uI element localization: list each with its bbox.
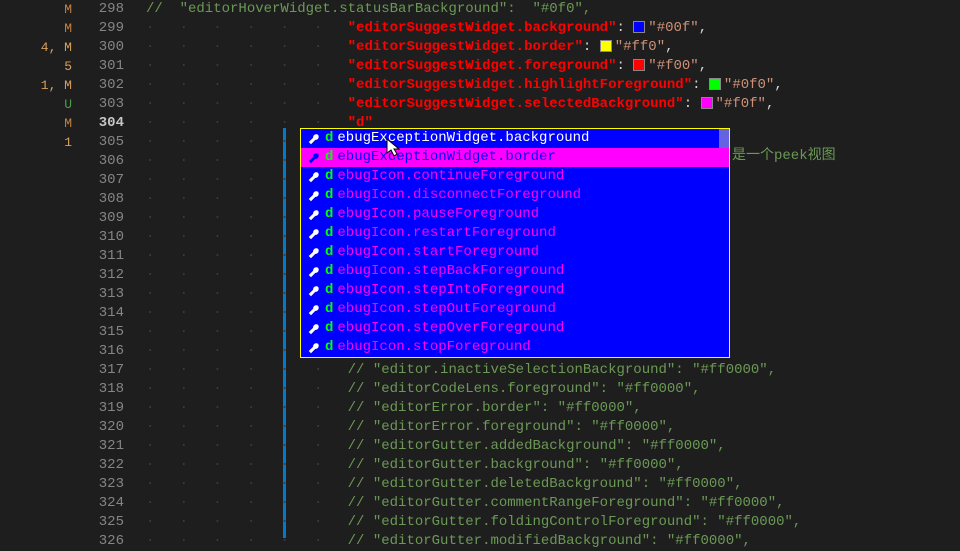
suggest-item[interactable]: debugIcon.disconnectForeground — [301, 186, 729, 205]
gutter-mark: U — [0, 95, 82, 114]
code-line[interactable]: · · · · · · // "editorGutter.commentRang… — [146, 494, 960, 513]
side-annotation: 是一个peek视图 — [732, 147, 836, 166]
wrench-icon — [307, 284, 321, 298]
code-line[interactable]: · · · · · · "editorSuggestWidget.highlig… — [146, 76, 960, 95]
code-line[interactable]: · · · · · · "editorSuggestWidget.selecte… — [146, 95, 960, 114]
code-line[interactable]: · · · · · · // "editorGutter.deletedBack… — [146, 475, 960, 494]
gutter-mark: 4, M — [0, 38, 82, 57]
suggest-item[interactable]: debugIcon.stepOverForeground — [301, 319, 729, 338]
code-line[interactable]: · · · · · · "editorSuggestWidget.backgro… — [146, 19, 960, 38]
line-number: 318 — [82, 380, 124, 399]
line-number: 326 — [82, 532, 124, 551]
change-gutter: MM4, M51, MUM1 — [0, 0, 82, 540]
suggest-item[interactable]: debugIcon.stepIntoForeground — [301, 281, 729, 300]
line-number: 312 — [82, 266, 124, 285]
code-line[interactable]: · · · · · · // "editorCodeLens.foregroun… — [146, 380, 960, 399]
line-number: 311 — [82, 247, 124, 266]
line-number-gutter: 2982993003013023033043053063073083093103… — [82, 0, 138, 540]
wrench-icon — [307, 341, 321, 355]
suggest-item[interactable]: debugIcon.startForeground — [301, 243, 729, 262]
code-line[interactable]: · · · · · · "editorSuggestWidget.border"… — [146, 38, 960, 57]
wrench-icon — [307, 151, 321, 165]
gutter-mark: M — [0, 19, 82, 38]
wrench-icon — [307, 208, 321, 222]
code-line[interactable]: · · · · · · // "editorGutter.modifiedBac… — [146, 532, 960, 551]
gutter-mark: 5 — [0, 57, 82, 76]
line-number: 303 — [82, 95, 124, 114]
suggest-item[interactable]: debugIcon.stopForeground — [301, 338, 729, 357]
suggest-widget[interactable]: debugExceptionWidget.backgrounddebugExce… — [300, 128, 730, 358]
line-number: 325 — [82, 513, 124, 532]
suggest-item[interactable]: debugIcon.continueForeground — [301, 167, 729, 186]
suggest-item[interactable]: debugIcon.restartForeground — [301, 224, 729, 243]
color-swatch — [600, 40, 612, 52]
line-number: 324 — [82, 494, 124, 513]
code-line[interactable]: · · · · · · "editorSuggestWidget.foregro… — [146, 57, 960, 76]
code-line[interactable]: · · · · · · // "editorError.foreground":… — [146, 418, 960, 437]
wrench-icon — [307, 303, 321, 317]
line-number: 313 — [82, 285, 124, 304]
line-number: 304 — [82, 114, 124, 133]
suggest-item[interactable]: debugIcon.pauseForeground — [301, 205, 729, 224]
gutter-mark: 1 — [0, 133, 82, 152]
wrench-icon — [307, 322, 321, 336]
line-number: 302 — [82, 76, 124, 95]
wrench-icon — [307, 246, 321, 260]
code-line[interactable]: // "editorHoverWidget.statusBarBackgroun… — [146, 0, 960, 19]
suggest-item[interactable]: debugExceptionWidget.background — [301, 129, 729, 148]
line-number: 298 — [82, 0, 124, 19]
line-number: 319 — [82, 399, 124, 418]
gutter-mark: M — [0, 0, 82, 19]
gutter-mark: M — [0, 114, 82, 133]
line-number: 315 — [82, 323, 124, 342]
code-line[interactable]: · · · · · · // "editorGutter.background"… — [146, 456, 960, 475]
color-swatch — [633, 59, 645, 71]
line-number: 317 — [82, 361, 124, 380]
suggest-scrollbar[interactable] — [719, 129, 729, 148]
line-number: 322 — [82, 456, 124, 475]
line-number: 308 — [82, 190, 124, 209]
line-number: 305 — [82, 133, 124, 152]
suggest-item[interactable]: debugExceptionWidget.border — [301, 148, 729, 167]
line-number: 309 — [82, 209, 124, 228]
line-number: 323 — [82, 475, 124, 494]
color-swatch — [633, 21, 645, 33]
code-line[interactable]: · · · · · · // "editorError.border": "#f… — [146, 399, 960, 418]
wrench-icon — [307, 265, 321, 279]
gutter-mark: 1, M — [0, 76, 82, 95]
wrench-icon — [307, 170, 321, 184]
code-line[interactable]: · · · · · · // "editorGutter.foldingCont… — [146, 513, 960, 532]
code-line[interactable]: · · · · · · // "editorGutter.addedBackgr… — [146, 437, 960, 456]
line-number: 307 — [82, 171, 124, 190]
line-number: 301 — [82, 57, 124, 76]
line-number: 314 — [82, 304, 124, 323]
suggest-item[interactable]: debugIcon.stepOutForeground — [301, 300, 729, 319]
line-number: 321 — [82, 437, 124, 456]
line-number: 310 — [82, 228, 124, 247]
color-swatch — [709, 78, 721, 90]
color-swatch — [701, 97, 713, 109]
line-number: 299 — [82, 19, 124, 38]
wrench-icon — [307, 227, 321, 241]
wrench-icon — [307, 189, 321, 203]
line-number: 300 — [82, 38, 124, 57]
line-number: 320 — [82, 418, 124, 437]
suggest-item[interactable]: debugIcon.stepBackForeground — [301, 262, 729, 281]
line-number: 306 — [82, 152, 124, 171]
wrench-icon — [307, 132, 321, 146]
code-line[interactable]: · · · · · · // "editor.inactiveSelection… — [146, 361, 960, 380]
line-number: 316 — [82, 342, 124, 361]
